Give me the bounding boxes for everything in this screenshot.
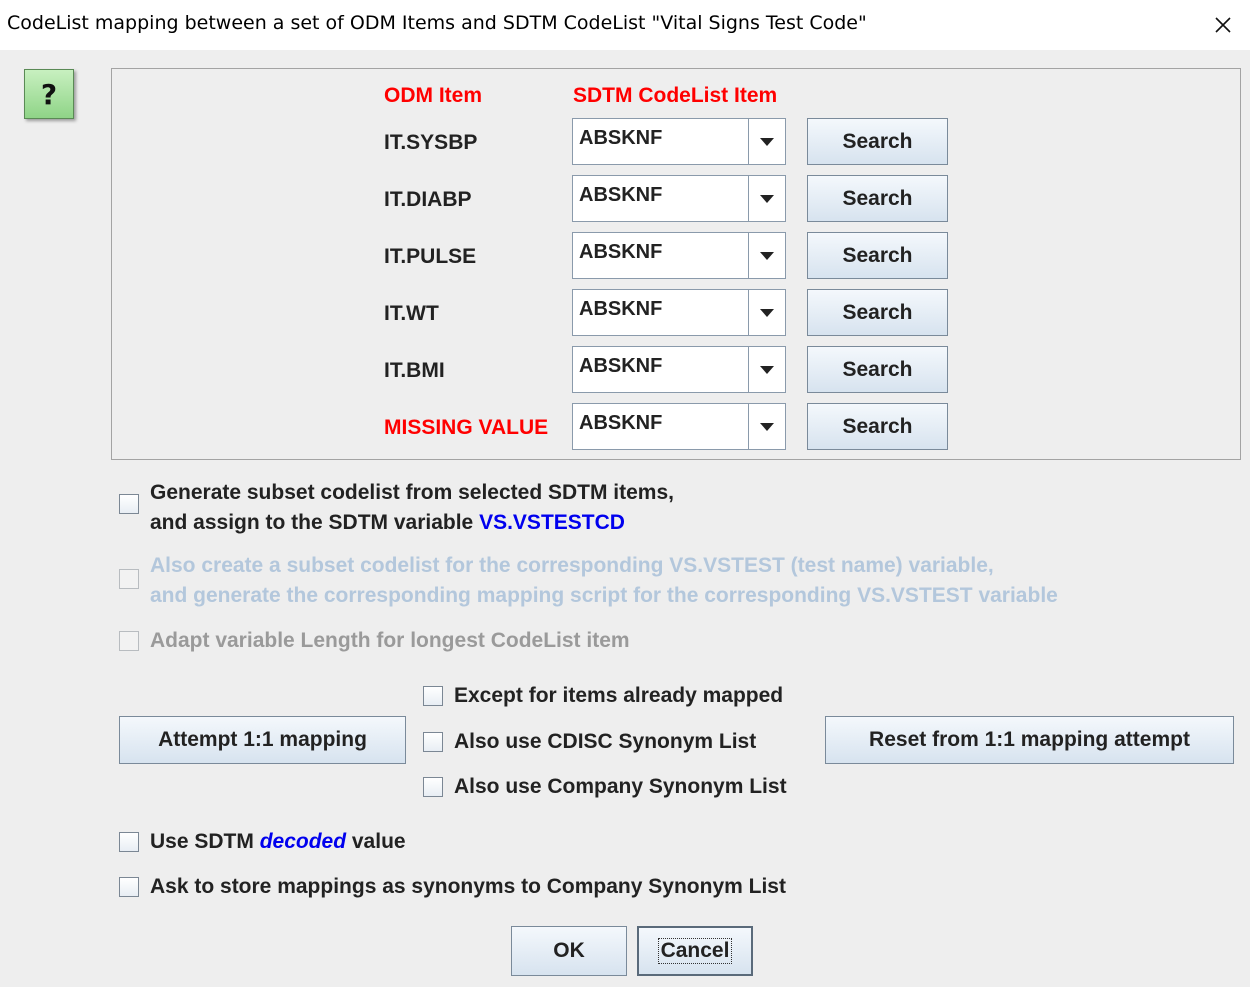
combobox-value: ABSKNF — [579, 298, 663, 320]
search-button[interactable]: Search — [807, 289, 948, 336]
also-create-subset-checkbox[interactable] — [119, 569, 139, 589]
except-mapped-label: Except for items already mapped — [454, 684, 784, 707]
search-button[interactable]: Search — [807, 175, 948, 222]
codelist-mapping-dialog: CodeList mapping between a set of ODM It… — [0, 0, 1250, 987]
use-decoded-label: Use SDTM decoded value — [150, 827, 406, 857]
help-button[interactable]: ? — [24, 69, 74, 119]
adapt-length-checkbox[interactable] — [119, 631, 139, 651]
company-synonym-checkbox[interactable] — [423, 777, 443, 797]
also-create-subset-label-line1: Also create a subset codelist for the co… — [150, 554, 994, 577]
search-button[interactable]: Search — [807, 118, 948, 165]
cdisc-synonym-label: Also use CDISC Synonym List — [454, 730, 757, 753]
also-create-subset-label-line2: and generate the corresponding mapping s… — [150, 584, 1058, 607]
generate-subset-checkbox[interactable] — [119, 494, 139, 514]
except-mapped-checkbox[interactable] — [423, 686, 443, 706]
odm-item-label-missing-value: MISSING VALUE — [384, 416, 549, 439]
generate-subset-label-prefix: and assign to the SDTM variable — [150, 511, 480, 534]
window-title: CodeList mapping between a set of ODM It… — [7, 12, 867, 34]
chevron-down-icon — [760, 137, 774, 146]
cdisc-synonym-option: Also use CDISC Synonym List — [423, 727, 756, 757]
ok-button[interactable]: OK — [511, 926, 627, 976]
ask-store-label: Ask to store mappings as synonyms to Com… — [150, 875, 786, 898]
company-synonym-option: Also use Company Synonym List — [423, 772, 787, 802]
also-create-subset-option: Also create a subset codelist for the co… — [119, 551, 1058, 611]
sdtm-item-combobox[interactable]: ABSKNF — [572, 118, 786, 165]
sdtm-item-combobox[interactable]: ABSKNF — [572, 403, 786, 450]
except-mapped-option: Except for items already mapped — [423, 681, 783, 711]
close-icon — [1215, 17, 1231, 33]
sdtm-item-combobox[interactable]: ABSKNF — [572, 175, 786, 222]
sdtm-item-combobox[interactable]: ABSKNF — [572, 289, 786, 336]
help-icon: ? — [40, 77, 58, 111]
generate-subset-label-line2: and assign to the SDTM variable VS.VSTES… — [150, 508, 674, 538]
reset-mapping-button[interactable]: Reset from 1:1 mapping attempt — [825, 716, 1234, 764]
chevron-down-icon — [760, 422, 774, 431]
use-decoded-suffix: value — [346, 830, 406, 853]
use-decoded-checkbox[interactable] — [119, 832, 139, 852]
combobox-dropdown-button[interactable] — [748, 404, 785, 449]
generate-subset-label-line1: Generate subset codelist from selected S… — [150, 481, 674, 504]
generate-subset-text: Generate subset codelist from selected S… — [150, 478, 674, 538]
combobox-value: ABSKNF — [579, 184, 663, 206]
combobox-dropdown-button[interactable] — [748, 176, 785, 221]
combobox-dropdown-button[interactable] — [748, 290, 785, 335]
sdtm-item-combobox[interactable]: ABSKNF — [572, 232, 786, 279]
sdtm-item-combobox[interactable]: ABSKNF — [572, 346, 786, 393]
ask-store-checkbox[interactable] — [119, 877, 139, 897]
odm-item-label: IT.BMI — [384, 359, 445, 382]
odm-item-label: IT.PULSE — [384, 245, 477, 268]
generate-subset-option: Generate subset codelist from selected S… — [119, 478, 674, 538]
sdtm-codelist-item-header: SDTM CodeList Item — [573, 84, 778, 107]
search-button[interactable]: Search — [807, 232, 948, 279]
cdisc-synonym-checkbox[interactable] — [423, 732, 443, 752]
also-create-subset-text: Also create a subset codelist for the co… — [150, 551, 1058, 611]
cancel-button[interactable]: Cancel — [637, 926, 753, 976]
search-button[interactable]: Search — [807, 346, 948, 393]
combobox-value: ABSKNF — [579, 412, 663, 434]
close-button[interactable] — [1196, 0, 1250, 50]
company-synonym-label: Also use Company Synonym List — [454, 775, 787, 798]
sdtm-variable-name: VS.VSTESTCD — [479, 511, 625, 534]
title-bar: CodeList mapping between a set of ODM It… — [0, 0, 1250, 50]
odm-item-label: IT.SYSBP — [384, 131, 478, 154]
use-decoded-option: Use SDTM decoded value — [119, 827, 406, 857]
odm-item-header: ODM Item — [384, 84, 483, 107]
attempt-mapping-button[interactable]: Attempt 1:1 mapping — [119, 716, 406, 764]
chevron-down-icon — [760, 251, 774, 260]
combobox-value: ABSKNF — [579, 355, 663, 377]
odm-item-label: IT.DIABP — [384, 188, 472, 211]
decoded-emphasis: decoded — [259, 830, 347, 853]
combobox-dropdown-button[interactable] — [748, 233, 785, 278]
chevron-down-icon — [760, 308, 774, 317]
use-decoded-prefix: Use SDTM — [150, 830, 260, 853]
combobox-value: ABSKNF — [579, 127, 663, 149]
ask-store-option: Ask to store mappings as synonyms to Com… — [119, 872, 786, 902]
combobox-dropdown-button[interactable] — [748, 347, 785, 392]
cancel-button-label: Cancel — [657, 938, 733, 964]
chevron-down-icon — [760, 194, 774, 203]
chevron-down-icon — [760, 365, 774, 374]
combobox-value: ABSKNF — [579, 241, 663, 263]
combobox-dropdown-button[interactable] — [748, 119, 785, 164]
odm-item-label: IT.WT — [384, 302, 439, 325]
adapt-length-label: Adapt variable Length for longest CodeLi… — [150, 629, 630, 652]
adapt-length-option: Adapt variable Length for longest CodeLi… — [119, 626, 630, 656]
search-button[interactable]: Search — [807, 403, 948, 450]
